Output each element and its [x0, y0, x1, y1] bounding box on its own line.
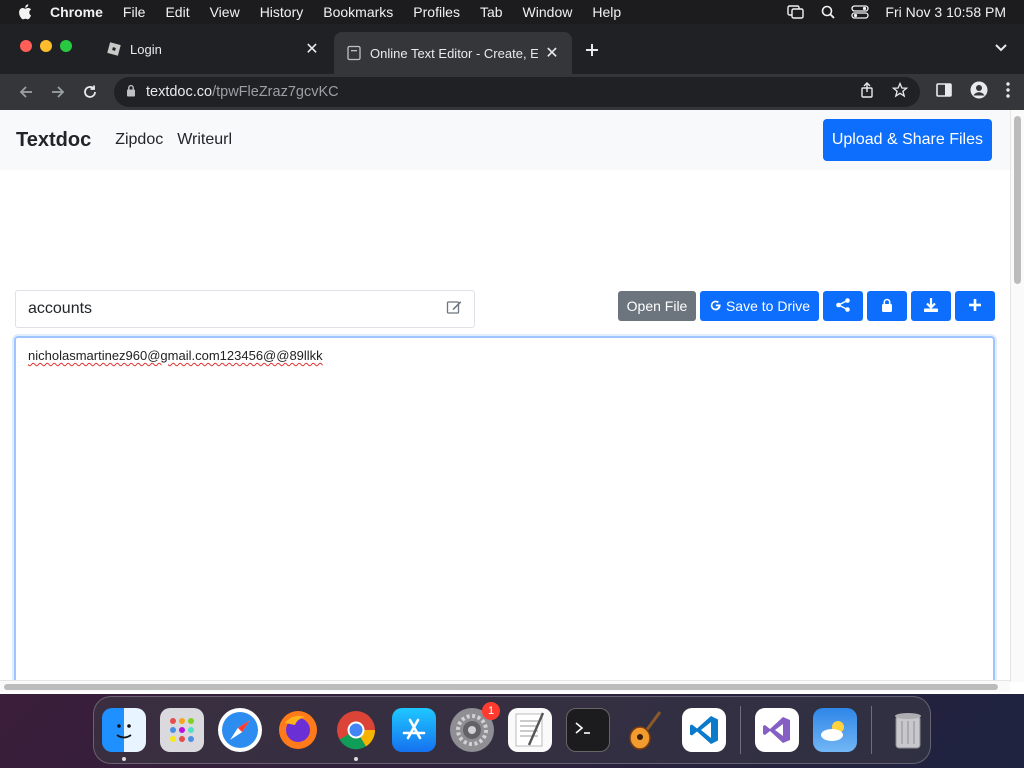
apple-icon[interactable] — [18, 4, 36, 20]
close-window-button[interactable] — [20, 40, 32, 52]
dock-separator — [740, 706, 741, 754]
tab-close-icon[interactable]: ✕ — [544, 43, 560, 63]
text-editor-area[interactable]: nicholasmartinez960@gmail.com123456@@89l… — [14, 336, 995, 680]
tab-login[interactable]: Login ✕ — [94, 32, 332, 66]
finder-icon[interactable] — [102, 708, 146, 761]
horizontal-scroll-thumb[interactable] — [4, 684, 998, 690]
app-store-icon[interactable] — [392, 708, 436, 752]
editor-content: nicholasmartinez960@gmail.com123456@@89l… — [28, 348, 323, 363]
menu-profiles[interactable]: Profiles — [413, 4, 460, 20]
horizontal-scrollbar[interactable] — [0, 680, 1010, 692]
download-document-button[interactable] — [911, 291, 951, 321]
document-actions: Open File Save to Drive — [618, 291, 995, 321]
share-document-button[interactable] — [823, 291, 863, 321]
weather-icon[interactable] — [813, 708, 857, 752]
google-g-icon — [709, 298, 722, 314]
editor-text-line: nicholasmartinez960@gmail.com123456@@89l… — [28, 348, 323, 363]
tab-title: Online Text Editor - Create, Edit — [370, 45, 538, 61]
zoom-window-button[interactable] — [60, 40, 72, 52]
screen-mirroring-icon[interactable] — [787, 5, 805, 19]
new-tab-plus-icon[interactable] — [584, 38, 600, 64]
menu-app-name[interactable]: Chrome — [50, 4, 103, 20]
notification-badge: 1 — [482, 702, 500, 720]
roblox-favicon-icon — [106, 41, 122, 57]
chrome-window: Login ✕ Online Text Editor - Create, Edi… — [0, 24, 1024, 694]
open-file-button[interactable]: Open File — [618, 291, 696, 321]
side-panel-icon[interactable] — [936, 82, 952, 102]
spotlight-search-icon[interactable] — [821, 5, 836, 19]
tab-title: Login — [130, 41, 162, 57]
launchpad-icon[interactable] — [160, 708, 204, 752]
site-navbar: Textdoc Zipdoc Writeurl Upload & Share F… — [0, 110, 1010, 170]
menu-history[interactable]: History — [260, 4, 304, 20]
menu-view[interactable]: View — [210, 4, 240, 20]
chrome-menu-kebab-icon[interactable] — [1006, 81, 1010, 103]
plus-icon — [968, 298, 982, 315]
document-name: accounts — [28, 300, 93, 317]
dock-separator — [871, 706, 872, 754]
save-to-drive-button[interactable]: Save to Drive — [700, 291, 819, 321]
web-page: Textdoc Zipdoc Writeurl Upload & Share F… — [0, 110, 1010, 680]
back-arrow-icon[interactable] — [10, 76, 42, 108]
browser-toolbar: textdoc.co/tpwFleZraz7gcvKC — [0, 74, 1024, 110]
running-indicator — [122, 757, 126, 761]
running-indicator — [354, 757, 358, 761]
address-bar[interactable]: textdoc.co/tpwFleZraz7gcvKC — [114, 77, 920, 107]
google-chrome-icon[interactable] — [334, 708, 378, 761]
share-nodes-icon — [835, 297, 851, 316]
upload-share-files-button[interactable]: Upload & Share Files — [822, 119, 992, 161]
window-controls — [20, 40, 72, 52]
lock-document-button[interactable] — [867, 291, 907, 321]
garageband-guitar-icon[interactable] — [624, 708, 668, 752]
menu-edit[interactable]: Edit — [165, 4, 189, 20]
trash-icon[interactable] — [886, 708, 930, 752]
profile-avatar-icon[interactable] — [970, 81, 988, 104]
visual-studio-code-icon[interactable] — [682, 708, 726, 752]
menu-window[interactable]: Window — [523, 4, 573, 20]
control-center-icon[interactable] — [851, 5, 870, 19]
share-icon[interactable] — [860, 82, 874, 102]
bookmark-star-icon[interactable] — [891, 81, 909, 102]
tab-strip: Login ✕ Online Text Editor - Create, Edi… — [0, 24, 1024, 74]
safari-icon[interactable] — [218, 708, 262, 752]
textdoc-favicon-icon — [346, 45, 362, 61]
edit-pencil-icon[interactable] — [446, 299, 462, 320]
system-preferences-gear-icon[interactable]: 1 — [450, 702, 500, 752]
macos-menu-bar: Chrome File Edit View History Bookmarks … — [0, 0, 1024, 24]
firefox-icon[interactable] — [276, 708, 320, 752]
menu-file[interactable]: File — [123, 4, 146, 20]
url-path: /tpwFleZraz7gcvKC — [212, 84, 339, 100]
forward-arrow-icon[interactable] — [42, 76, 74, 108]
nav-link-writeurl[interactable]: Writeurl — [177, 131, 232, 149]
macos-dock: 1 — [93, 696, 931, 764]
new-document-button[interactable] — [955, 291, 995, 321]
visual-studio-icon[interactable] — [755, 708, 799, 752]
document-name-field[interactable]: accounts — [15, 290, 475, 328]
lock-icon[interactable] — [126, 84, 136, 101]
minimize-window-button[interactable] — [40, 40, 52, 52]
menu-bookmarks[interactable]: Bookmarks — [323, 4, 393, 20]
menu-tab[interactable]: Tab — [480, 4, 503, 20]
tab-close-icon[interactable]: ✕ — [304, 39, 320, 59]
site-brand[interactable]: Textdoc — [16, 129, 91, 152]
padlock-icon — [881, 298, 893, 315]
terminal-icon[interactable] — [566, 708, 610, 752]
reload-icon[interactable] — [74, 76, 106, 108]
menubar-clock[interactable]: Fri Nov 3 10:58 PM — [885, 4, 1006, 20]
tab-search-chevron-down-icon[interactable] — [994, 40, 1008, 58]
menu-help[interactable]: Help — [592, 4, 621, 20]
tab-online-text-editor[interactable]: Online Text Editor - Create, Edit ✕ — [334, 32, 572, 74]
textedit-icon[interactable] — [508, 708, 552, 752]
vertical-scrollbar[interactable] — [1010, 110, 1024, 682]
save-to-drive-label: Save to Drive — [725, 298, 811, 314]
nav-link-zipdoc[interactable]: Zipdoc — [115, 131, 163, 149]
document-toolbar: accounts Open File Save to Drive — [15, 290, 995, 328]
url-host: textdoc.co — [146, 84, 213, 100]
download-icon — [923, 297, 939, 316]
vertical-scroll-thumb[interactable] — [1014, 116, 1021, 284]
